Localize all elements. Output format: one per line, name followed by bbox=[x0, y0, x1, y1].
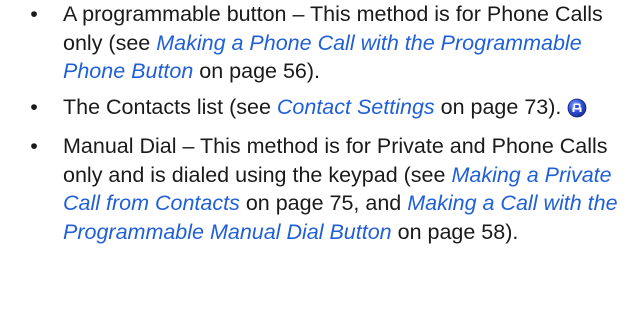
link-contact-settings[interactable]: Contact Settings bbox=[277, 95, 435, 119]
item-text: on page 73). bbox=[434, 94, 562, 119]
list-item: • A programmable button – This method is … bbox=[0, 0, 639, 86]
item-text: The Contacts list (see bbox=[63, 94, 277, 119]
list-item: • Manual Dial – This method is for Privat… bbox=[0, 132, 639, 246]
item-text: on page 58). bbox=[391, 219, 519, 244]
item-text: on page 56). bbox=[193, 59, 321, 83]
bullet: • bbox=[30, 134, 38, 158]
contacts-feature-icon bbox=[567, 97, 587, 126]
bullet: • bbox=[30, 2, 38, 26]
instruction-list: • A programmable button – This method is … bbox=[0, 0, 639, 253]
bullet: • bbox=[30, 94, 38, 119]
item-text: on page 75, and bbox=[239, 191, 408, 215]
list-item: • The Contacts list (see Contact Settings… bbox=[0, 93, 639, 126]
